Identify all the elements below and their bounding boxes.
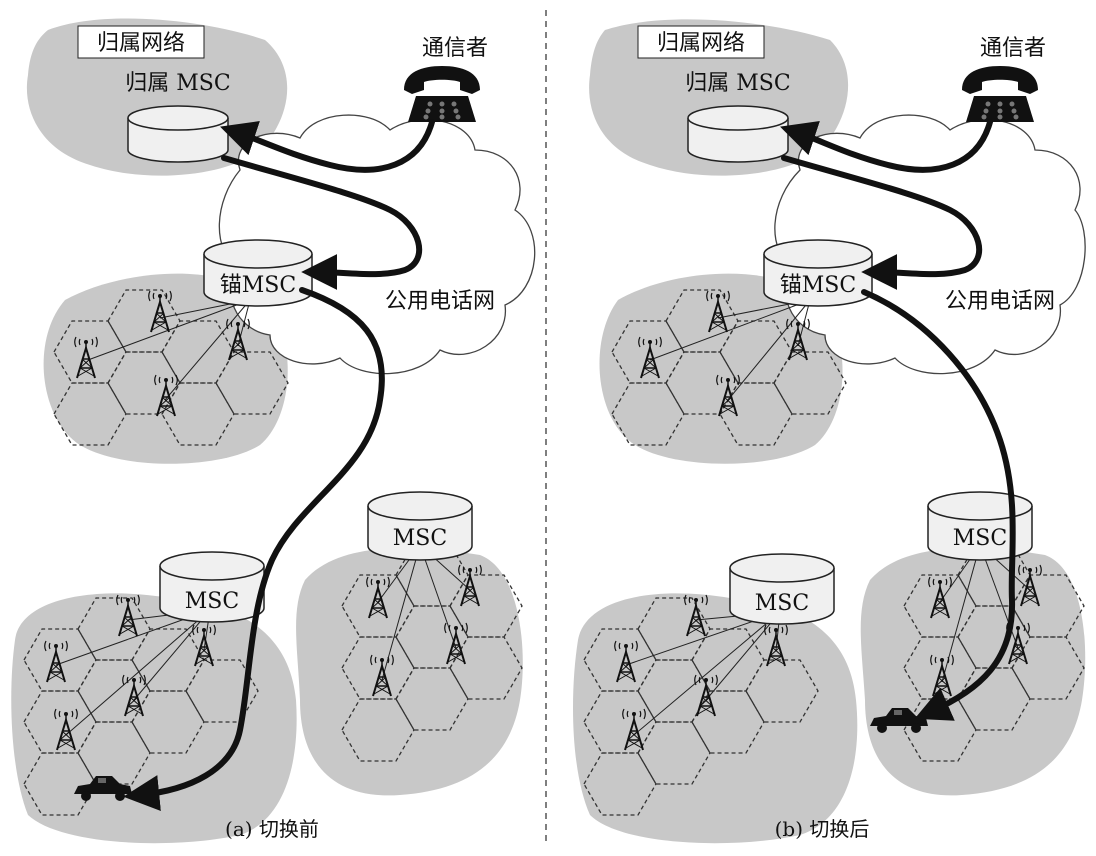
left-bottom-region — [573, 593, 858, 844]
msc-right-label: MSC — [393, 526, 447, 551]
home-msc-label: 归属 MSC — [125, 71, 230, 96]
home-network-label: 归属网络 — [97, 31, 185, 56]
right-bottom-region — [860, 547, 1086, 796]
caption-after: (b) 切换后 — [775, 817, 870, 841]
home-msc-node — [687, 105, 789, 163]
anchor-msc-label: 锚MSC — [220, 273, 296, 298]
right-bottom-region — [296, 547, 523, 796]
pstn-label: 公用电话网 — [385, 289, 495, 314]
home-msc-node — [127, 105, 229, 163]
panel-before-handover: 归属网络 归属 MSC 通信者 锚MSC 公用电话网 MSC MSC (a) 切… — [11, 18, 536, 844]
anchor-msc-label: 锚MSC — [780, 273, 856, 298]
caller-label: 通信者 — [422, 36, 488, 61]
telephone-icon — [962, 66, 1038, 122]
pstn-label: 公用电话网 — [945, 289, 1055, 314]
msc-left-label: MSC — [185, 589, 239, 614]
msc-right-label: MSC — [953, 526, 1007, 551]
home-network-label: 归属网络 — [657, 31, 745, 56]
caller-label: 通信者 — [980, 36, 1046, 61]
msc-left-label: MSC — [755, 591, 809, 616]
home-msc-label: 归属 MSC — [685, 71, 790, 96]
panel-after-handover: 归属网络 归属 MSC 通信者 锚MSC 公用电话网 MSC MSC (b) 切… — [573, 19, 1086, 844]
diagram-canvas: 归属网络 归属 MSC 通信者 锚MSC 公用电话网 MSC MSC (a) 切… — [11, 10, 1086, 846]
telephone-icon — [404, 66, 480, 122]
handover-diagram: 归属网络 归属 MSC 通信者 锚MSC 公用电话网 MSC MSC (a) 切… — [0, 0, 1096, 856]
caption-before: (a) 切换前 — [225, 817, 319, 841]
